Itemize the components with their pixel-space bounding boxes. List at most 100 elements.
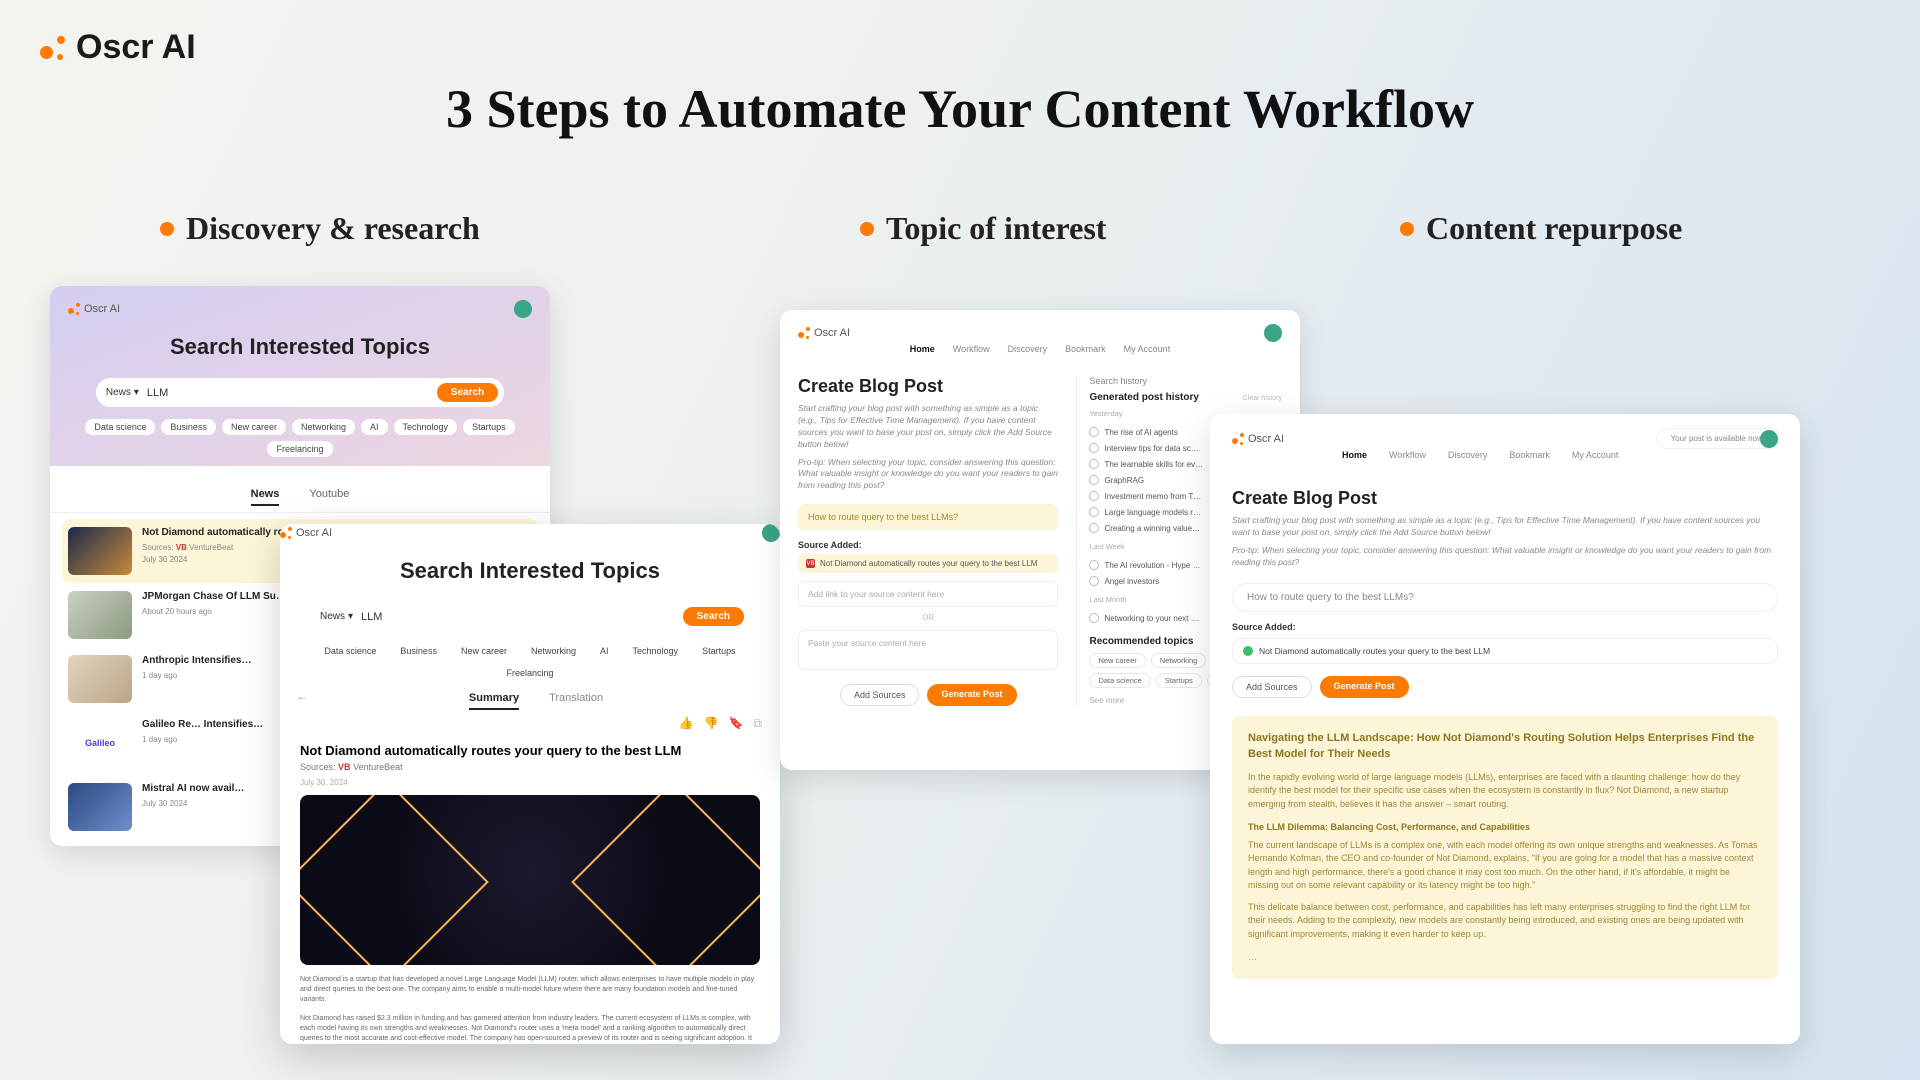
nav-discovery[interactable]: Discovery [1448, 450, 1488, 460]
topic-input[interactable]: How to route query to the best LLMs? [1232, 583, 1778, 612]
add-sources-button[interactable]: Add Sources [840, 684, 920, 706]
nav-account[interactable]: My Account [1572, 450, 1619, 460]
category-dropdown[interactable]: News ▾ [106, 387, 139, 398]
bullet-icon [860, 222, 874, 236]
article-image [300, 795, 760, 965]
create-desc-1: Start crafting your blog post with somet… [798, 403, 1058, 451]
chip[interactable]: Business [161, 419, 216, 435]
tab-news[interactable]: News [251, 488, 280, 506]
source-tabs: News Youtube [50, 480, 550, 513]
feed-title: Anthropic Intensifies… [142, 655, 251, 668]
mini-logo: Oscr AI [68, 303, 120, 315]
article-title: Not Diamond automatically routes your qu… [300, 743, 760, 758]
nav-account[interactable]: My Account [1124, 344, 1171, 354]
create-title: Create Blog Post [1232, 488, 1778, 509]
topic-chips: Data science Business New career Network… [68, 419, 532, 457]
mini-logo: Oscr AI [280, 527, 332, 539]
nav-bookmark[interactable]: Bookmark [1065, 344, 1106, 354]
add-sources-button[interactable]: Add Sources [1232, 676, 1312, 698]
create-desc-1: Start crafting your blog post with somet… [1232, 515, 1778, 539]
avatar[interactable] [514, 300, 532, 318]
paste-input[interactable]: Paste your source content here [798, 630, 1058, 670]
bullet-icon [160, 222, 174, 236]
article-body-1: Not Diamond is a startup that has develo… [300, 975, 760, 1004]
thumbnail [68, 655, 132, 703]
mini-logo: Oscr AI [1232, 433, 1284, 445]
rec-chip[interactable]: Startups [1156, 673, 1202, 688]
source-chip[interactable]: Not Diamond automatically routes your qu… [1232, 638, 1778, 664]
avatar[interactable] [762, 524, 780, 542]
discovery-card-front: Oscr AI Search Interested Topics News ▾ … [280, 524, 780, 1044]
source-chip[interactable]: VB Not Diamond automatically routes your… [798, 554, 1058, 573]
chip[interactable]: AI [361, 419, 388, 435]
bookmark-icon[interactable]: 🔖 [728, 716, 743, 731]
step-2-text: Topic of interest [886, 210, 1106, 247]
search-heading: Search Interested Topics [68, 334, 532, 360]
search-heading: Search Interested Topics [280, 558, 780, 584]
article-date: July 30, 2024 [300, 778, 760, 787]
generated-title: Navigating the LLM Landscape: How Not Di… [1248, 730, 1762, 763]
thumbs-up-icon[interactable]: 👍 [679, 716, 694, 731]
category-dropdown[interactable]: News ▾ [320, 611, 353, 622]
nav-discovery[interactable]: Discovery [1008, 344, 1048, 354]
nav-home[interactable]: Home [1342, 450, 1367, 460]
avatar[interactable] [1264, 324, 1282, 342]
chip[interactable]: New career [452, 643, 516, 659]
chip[interactable]: New career [222, 419, 286, 435]
nav-workflow[interactable]: Workflow [953, 344, 990, 354]
search-input[interactable]: LLM [147, 387, 429, 399]
search-button[interactable]: Search [437, 383, 498, 402]
tab-translation[interactable]: Translation [549, 692, 603, 710]
search-button[interactable]: Search [683, 607, 744, 626]
step-3-text: Content repurpose [1426, 210, 1682, 247]
chip[interactable]: Freelancing [267, 441, 332, 457]
bullet-icon [1400, 222, 1414, 236]
chip[interactable]: Networking [292, 419, 355, 435]
feed-title: Mistral AI now avail… [142, 783, 244, 796]
generate-button[interactable]: Generate Post [1320, 676, 1409, 698]
source-added-label: Source Added: [798, 540, 1058, 550]
tab-summary[interactable]: Summary [469, 692, 519, 710]
topic-input[interactable]: How to route query to the best LLMs? [798, 504, 1058, 530]
nav-bookmark[interactable]: Bookmark [1509, 450, 1550, 460]
article-body-2: Not Diamond has raised $2.3 million in f… [300, 1014, 760, 1044]
thumbs-down-icon[interactable]: 👎 [704, 716, 719, 731]
chip[interactable]: Data science [85, 419, 155, 435]
thumbnail [68, 527, 132, 575]
chip[interactable]: AI [591, 643, 618, 659]
mini-brand-name: Oscr AI [84, 303, 120, 315]
generated-p1: In the rapidly evolving world of large l… [1248, 771, 1762, 812]
summary-tabs: Summary Translation [308, 692, 764, 710]
hero-title: 3 Steps to Automate Your Content Workflo… [0, 78, 1920, 140]
back-icon[interactable]: ← [296, 689, 308, 703]
source-added-label: Source Added: [1232, 622, 1778, 632]
gen-history-label: Generated post history [1089, 392, 1198, 403]
tab-youtube[interactable]: Youtube [309, 488, 349, 506]
link-input[interactable]: Add link to your source content here [798, 581, 1058, 607]
chip[interactable]: Technology [394, 419, 458, 435]
search-history-label: Search history [1089, 376, 1282, 386]
feed-date: About 20 hours ago [142, 607, 286, 616]
copy-icon[interactable]: ⧉ [753, 716, 762, 731]
feed-date: July 30 2024 [142, 799, 244, 808]
rec-chip[interactable]: New career [1089, 653, 1145, 668]
generate-button[interactable]: Generate Post [927, 684, 1016, 706]
nav-home[interactable]: Home [910, 344, 935, 354]
generated-p3: This delicate balance between cost, perf… [1248, 901, 1762, 942]
create-desc-2: Pro-tip: When selecting your topic, cons… [798, 457, 1058, 493]
search-input[interactable]: LLM [361, 611, 675, 623]
clear-history-link[interactable]: Clear history [1243, 395, 1282, 402]
chip[interactable]: Data science [315, 643, 385, 659]
chip[interactable]: Startups [463, 419, 515, 435]
chip[interactable]: Startups [693, 643, 745, 659]
chip[interactable]: Business [391, 643, 446, 659]
chip[interactable]: Networking [522, 643, 585, 659]
rec-chip[interactable]: Networking [1151, 653, 1207, 668]
search-bar[interactable]: News ▾ LLM Search [96, 378, 504, 407]
chip[interactable]: Technology [624, 643, 688, 659]
nav-workflow[interactable]: Workflow [1389, 450, 1426, 460]
chip[interactable]: Freelancing [497, 665, 562, 681]
rec-chip[interactable]: Data science [1089, 673, 1150, 688]
toast-notification: Your post is available now! [1656, 428, 1780, 449]
search-bar[interactable]: News ▾ LLM Search [310, 602, 750, 631]
